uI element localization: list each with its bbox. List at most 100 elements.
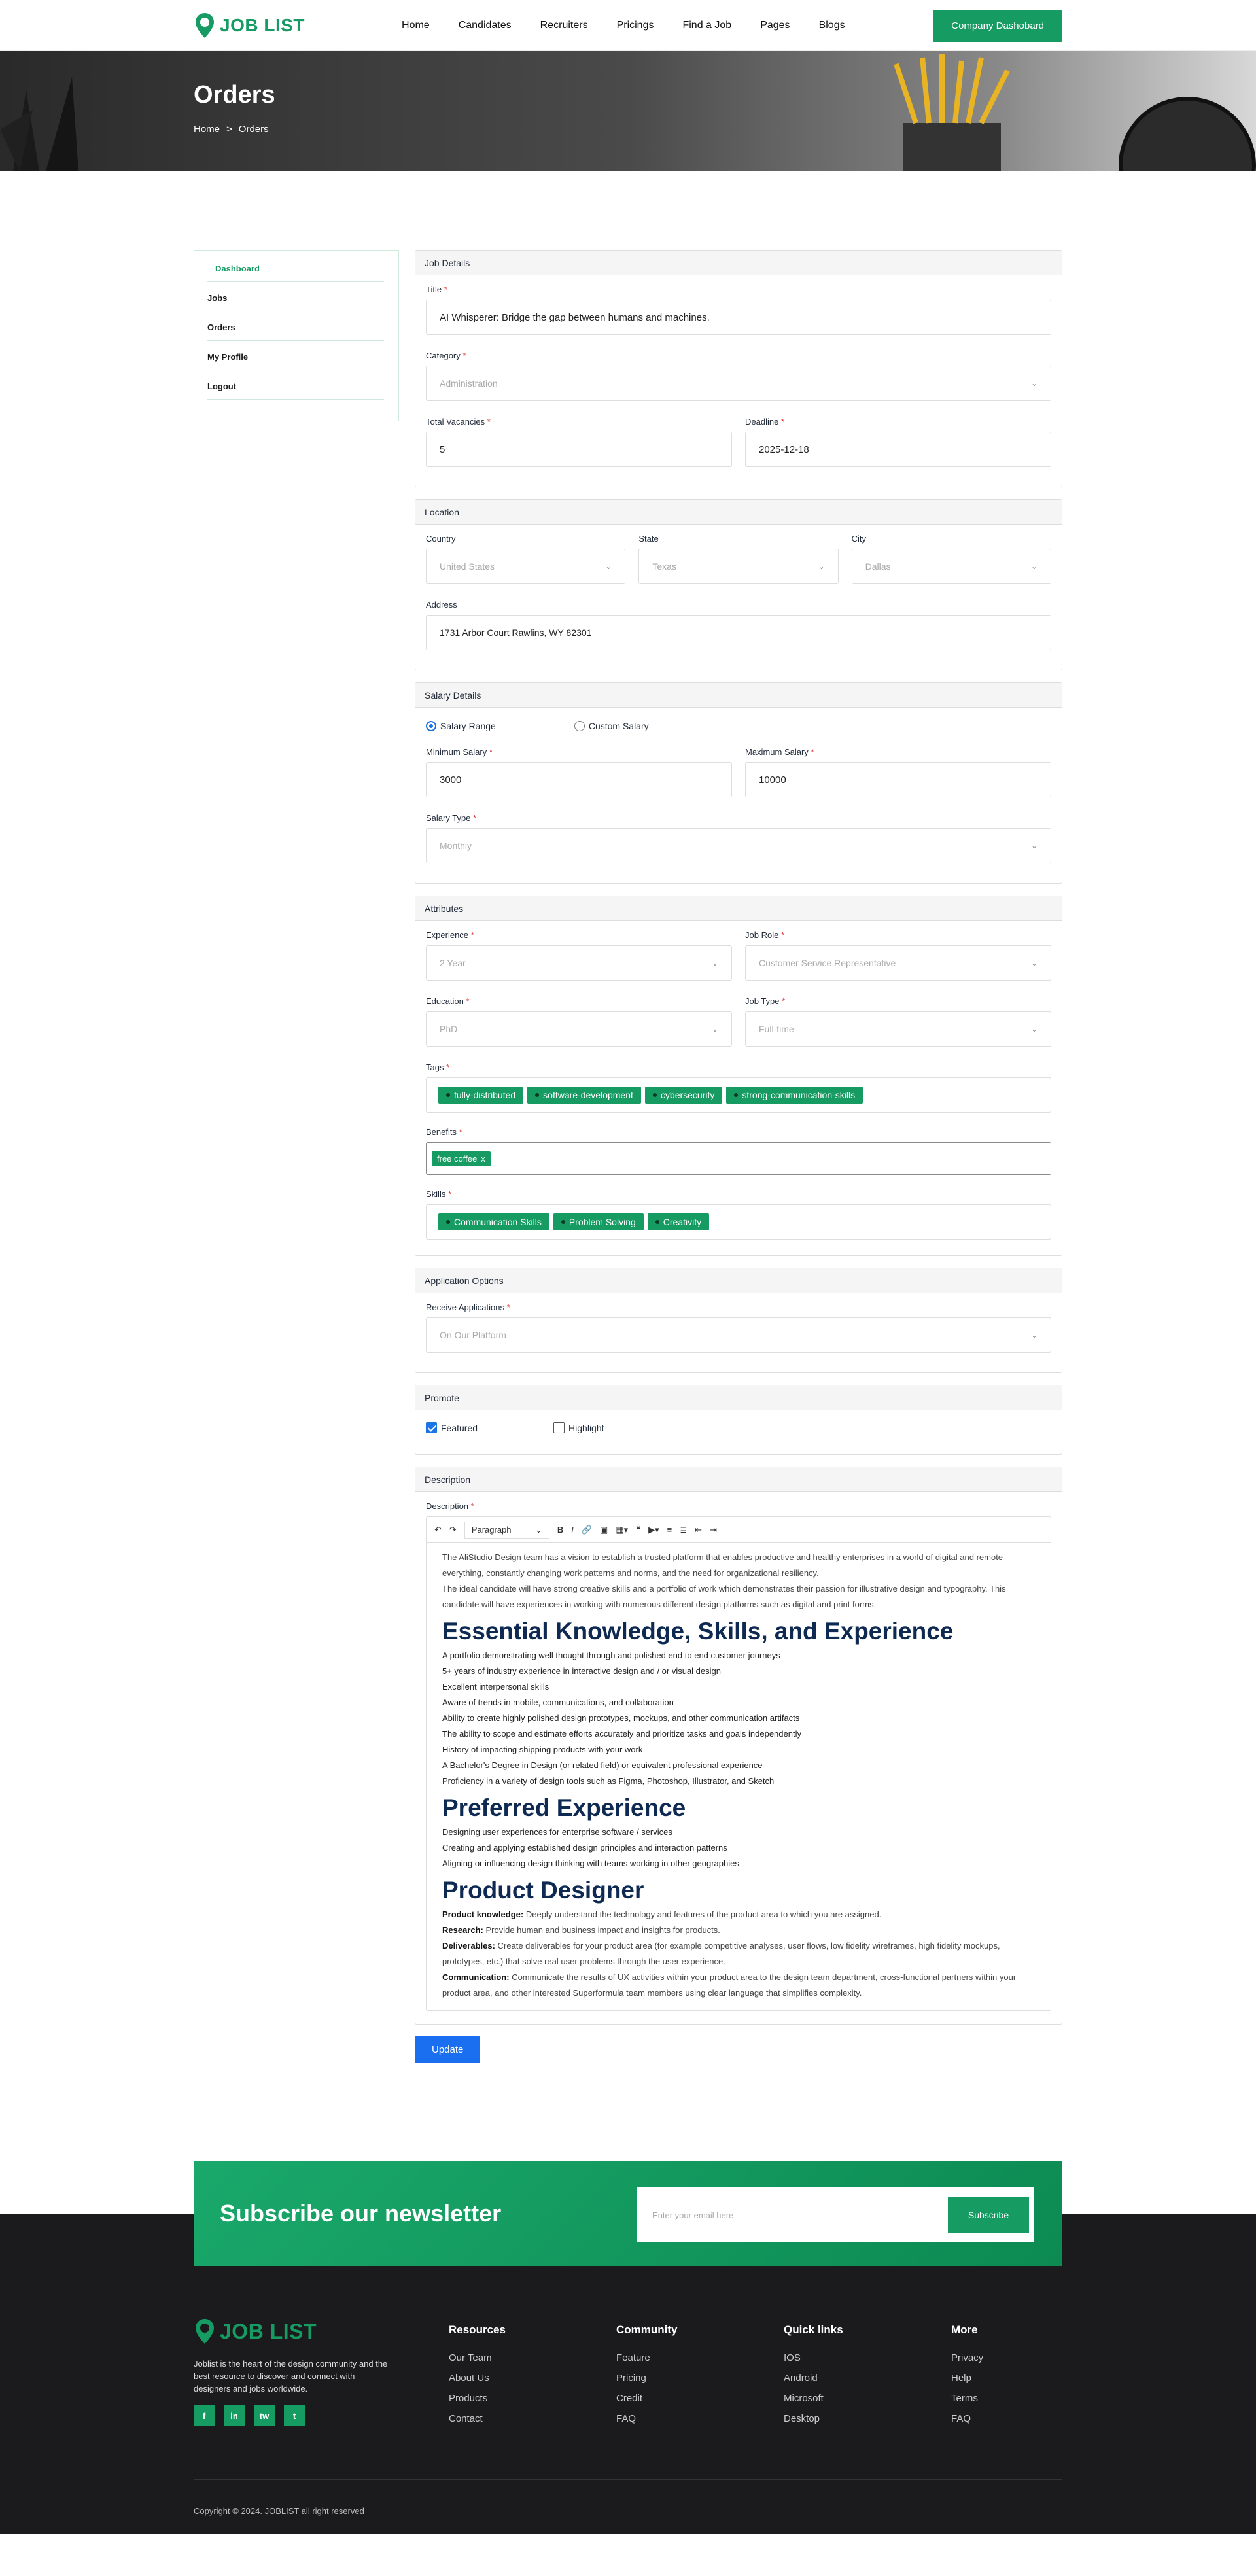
- media-icon[interactable]: ▶▾: [648, 1525, 659, 1535]
- skill-chip[interactable]: Creativity: [647, 1213, 710, 1230]
- max-salary-input[interactable]: 10000: [745, 762, 1051, 797]
- paragraph-select[interactable]: Paragraph ⌄: [464, 1521, 550, 1539]
- min-salary-input[interactable]: 3000: [426, 762, 732, 797]
- remove-dot-icon[interactable]: [734, 1093, 739, 1097]
- sidebar-item-dashboard[interactable]: Dashboard: [207, 260, 384, 282]
- footer-link[interactable]: IOS: [784, 2352, 951, 2363]
- category-select[interactable]: Administration: [426, 366, 1051, 401]
- nav-home[interactable]: Home: [402, 20, 430, 31]
- undo-icon[interactable]: ↶: [434, 1525, 442, 1535]
- footer-link[interactable]: Our Team: [449, 2352, 616, 2363]
- italic-icon[interactable]: I: [571, 1525, 574, 1535]
- footer-link[interactable]: FAQ: [951, 2413, 1049, 2424]
- remove-dot-icon[interactable]: [655, 1220, 659, 1224]
- redo-icon[interactable]: ↷: [449, 1525, 457, 1535]
- sidebar-item-my-profile[interactable]: My Profile: [207, 341, 384, 370]
- instagram-icon[interactable]: in: [224, 2405, 245, 2426]
- sidebar-item-jobs[interactable]: Jobs: [207, 282, 384, 311]
- subscribe-button[interactable]: Subscribe: [948, 2197, 1029, 2233]
- table-icon[interactable]: ▦▾: [616, 1525, 628, 1535]
- custom-salary-radio[interactable]: Custom Salary: [574, 721, 649, 731]
- remove-dot-icon[interactable]: [652, 1093, 657, 1097]
- remove-dot-icon[interactable]: [561, 1220, 565, 1224]
- job-role-select[interactable]: Customer Service Representative: [745, 945, 1051, 981]
- nav-candidates[interactable]: Candidates: [459, 20, 512, 31]
- footer-link[interactable]: Microsoft: [784, 2393, 951, 2404]
- receive-applications-select[interactable]: On Our Platform: [426, 1317, 1051, 1353]
- education-select[interactable]: PhD: [426, 1011, 732, 1047]
- footer-link[interactable]: Terms: [951, 2393, 1049, 2404]
- sidebar-item-orders[interactable]: Orders: [207, 311, 384, 341]
- city-select[interactable]: Dallas: [851, 549, 1051, 584]
- skills-input[interactable]: Communication Skills Problem Solving Cre…: [426, 1204, 1051, 1240]
- benefits-input[interactable]: free coffee x: [426, 1142, 1051, 1175]
- outdent-icon[interactable]: ⇤: [695, 1525, 702, 1535]
- link-icon[interactable]: 🔗: [582, 1525, 592, 1535]
- vacancies-input[interactable]: 5: [426, 432, 732, 467]
- nav-blogs[interactable]: Blogs: [819, 20, 845, 31]
- country-select[interactable]: United States: [426, 549, 626, 584]
- job-type-label: Job Type *: [745, 996, 786, 1006]
- footer-link[interactable]: Desktop: [784, 2413, 951, 2424]
- nav-recruiters[interactable]: Recruiters: [540, 20, 588, 31]
- section-heading: Preferred Experience: [442, 1794, 686, 1821]
- footer-link[interactable]: Products: [449, 2393, 616, 2404]
- tags-input[interactable]: fully-distributed software-development c…: [426, 1077, 1051, 1113]
- bold-icon[interactable]: B: [557, 1525, 563, 1535]
- footer-link[interactable]: Help: [951, 2373, 1049, 2384]
- title-label: Title *: [426, 285, 447, 294]
- card-heading: Attributes: [415, 896, 1062, 921]
- newsletter-email-input[interactable]: Enter your email here: [642, 2210, 948, 2220]
- address-input[interactable]: 1731 Arbor Court Rawlins, WY 82301: [426, 615, 1051, 650]
- skill-chip[interactable]: Communication Skills: [438, 1213, 550, 1230]
- skill-chip[interactable]: Problem Solving: [553, 1213, 644, 1230]
- salary-type-select[interactable]: Monthly: [426, 828, 1051, 863]
- indent-icon[interactable]: ⇥: [710, 1525, 717, 1535]
- footer-logo[interactable]: JOB LIST: [194, 2318, 449, 2344]
- job-type-select[interactable]: Full-time: [745, 1011, 1051, 1047]
- footer-link[interactable]: Pricing: [616, 2373, 784, 2384]
- brand-logo[interactable]: JOB LIST: [194, 12, 305, 39]
- numbered-list-icon[interactable]: ≣: [680, 1525, 687, 1535]
- quote-icon[interactable]: ❝: [636, 1525, 640, 1535]
- tag-chip[interactable]: fully-distributed: [438, 1087, 524, 1104]
- footer-col-title: Resources: [449, 2324, 506, 2336]
- remove-dot-icon[interactable]: [535, 1093, 540, 1097]
- company-dashboard-button[interactable]: Company Dashobard: [933, 9, 1062, 42]
- deadline-input[interactable]: 2025-12-18: [745, 432, 1051, 467]
- highlight-checkbox[interactable]: Highlight: [553, 1422, 604, 1433]
- state-select[interactable]: Texas: [638, 549, 839, 584]
- footer-link[interactable]: Feature: [616, 2352, 784, 2363]
- description-card: Description Description * ↶ ↷ Paragraph ⌄…: [415, 1467, 1062, 2025]
- twitch-icon[interactable]: tw: [254, 2405, 275, 2426]
- remove-dot-icon[interactable]: [446, 1093, 450, 1097]
- vacancies-label: Total Vacancies *: [426, 417, 491, 426]
- remove-dot-icon[interactable]: [446, 1220, 450, 1224]
- footer-link[interactable]: Privacy: [951, 2352, 1049, 2363]
- bulleted-list-icon[interactable]: ≡: [667, 1525, 672, 1535]
- twitter-icon[interactable]: t: [284, 2405, 305, 2426]
- title-input[interactable]: AI Whisperer: Bridge the gap between hum…: [426, 300, 1051, 335]
- tag-chip[interactable]: cybersecurity: [644, 1087, 723, 1104]
- image-icon[interactable]: ▣: [600, 1525, 608, 1535]
- facebook-icon[interactable]: f: [194, 2405, 215, 2426]
- experience-select[interactable]: 2 Year: [426, 945, 732, 981]
- footer-link[interactable]: Contact: [449, 2413, 616, 2424]
- nav-find-job[interactable]: Find a Job: [682, 20, 731, 31]
- footer-link[interactable]: Android: [784, 2373, 951, 2384]
- featured-checkbox[interactable]: Featured: [426, 1422, 478, 1433]
- tag-chip[interactable]: software-development: [527, 1087, 641, 1104]
- nav-pages[interactable]: Pages: [760, 20, 790, 31]
- breadcrumb-home[interactable]: Home: [194, 124, 220, 135]
- nav-pricings[interactable]: Pricings: [617, 20, 654, 31]
- footer-link[interactable]: FAQ: [616, 2413, 784, 2424]
- footer-link[interactable]: About Us: [449, 2373, 616, 2384]
- tag-chip[interactable]: strong-communication-skills: [726, 1087, 864, 1104]
- sidebar-item-logout[interactable]: Logout: [207, 370, 384, 400]
- update-button[interactable]: Update: [415, 2036, 481, 2063]
- footer-link[interactable]: Credit: [616, 2393, 784, 2404]
- editor-content[interactable]: The AliStudio Design team has a vision t…: [427, 1543, 1051, 2010]
- benefit-chip[interactable]: free coffee x: [432, 1151, 491, 1166]
- salary-range-radio[interactable]: Salary Range: [426, 721, 496, 731]
- remove-x-icon[interactable]: x: [481, 1154, 485, 1164]
